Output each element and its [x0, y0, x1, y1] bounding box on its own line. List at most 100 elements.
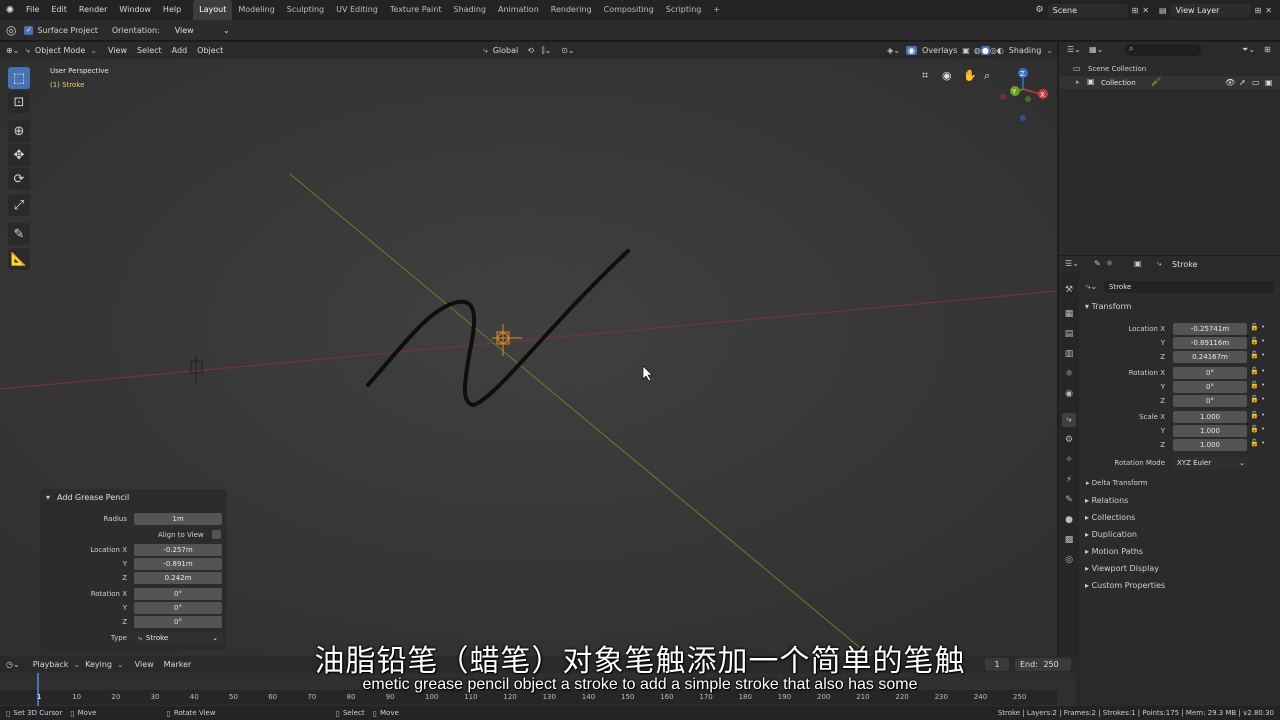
- tab-sculpting[interactable]: Sculpting: [281, 0, 330, 20]
- panel-title[interactable]: Add Grease Pencil: [57, 493, 129, 502]
- constraints-tab-icon[interactable]: ◎: [1062, 553, 1076, 567]
- effects-tab-icon[interactable]: ✧: [1062, 453, 1076, 467]
- scene-tab-icon[interactable]: ⚛: [1062, 367, 1076, 381]
- remove-view-layer-icon[interactable]: ✕: [1265, 6, 1272, 15]
- lock-icon[interactable]: 🔓 •: [1250, 439, 1265, 447]
- rotation-x-field[interactable]: 0°: [134, 588, 222, 600]
- mode-dropdown[interactable]: Object Mode: [30, 46, 90, 55]
- zoom-icon[interactable]: ⌕: [984, 69, 990, 83]
- scene-collection-row[interactable]: Scene Collection: [1088, 65, 1146, 73]
- align-to-view-checkbox[interactable]: [212, 530, 221, 539]
- custom-properties-section[interactable]: ▸ Custom Properties: [1085, 581, 1165, 590]
- scene-icon[interactable]: ⚙: [1036, 5, 1044, 15]
- tab-modeling[interactable]: Modeling: [232, 0, 280, 20]
- prop-scale-y-field[interactable]: 1.000: [1173, 425, 1247, 437]
- new-scene-icon[interactable]: ⊞: [1132, 6, 1139, 15]
- visibility-icon[interactable]: 👁: [1225, 78, 1235, 87]
- modifiers-tab-icon[interactable]: ⚙: [1062, 433, 1076, 447]
- view-layer-icon[interactable]: ▤: [1159, 6, 1167, 15]
- display-mode-icon[interactable]: ▦⌄: [1089, 45, 1103, 54]
- tool-icon[interactable]: ◎: [6, 23, 16, 37]
- menu-help[interactable]: Help: [157, 0, 187, 20]
- view-object-types-icon[interactable]: ◈⌄: [887, 46, 900, 55]
- duplication-section[interactable]: ▸ Duplication: [1085, 530, 1137, 539]
- rotation-y-field[interactable]: 0°: [134, 602, 222, 614]
- tab-rendering[interactable]: Rendering: [545, 0, 598, 20]
- texture-tab-icon[interactable]: ▩: [1062, 533, 1076, 547]
- camera-toggle-icon[interactable]: ⌗: [922, 69, 928, 83]
- select-box-tool[interactable]: ⬚: [8, 67, 30, 89]
- prop-scale-x-field[interactable]: 1.000: [1173, 411, 1247, 423]
- collections-section[interactable]: ▸ Collections: [1085, 513, 1135, 522]
- world-tab-icon[interactable]: ◉: [1062, 387, 1076, 401]
- menu-render[interactable]: Render: [73, 0, 113, 20]
- cursor-tool[interactable]: ⊡: [8, 91, 30, 113]
- surface-project-checkbox[interactable]: ✓: [24, 25, 34, 35]
- object-name-field[interactable]: Stroke: [1104, 281, 1274, 293]
- prop-rotation-y-field[interactable]: 0°: [1173, 381, 1247, 393]
- rendered-shading-icon[interactable]: ◐: [997, 46, 1004, 55]
- scale-tool[interactable]: ⤢: [8, 194, 30, 216]
- lock-icon[interactable]: 🔓 •: [1250, 367, 1265, 375]
- camera-view-icon[interactable]: ◉: [942, 69, 952, 82]
- lock-icon[interactable]: 🔓 •: [1250, 381, 1265, 389]
- prop-location-x-field[interactable]: -0.25741m: [1173, 323, 1247, 335]
- tool-tab-icon[interactable]: ⚒: [1062, 283, 1076, 297]
- lock-icon[interactable]: 🔓 •: [1250, 395, 1265, 403]
- rotation-z-field[interactable]: 0°: [134, 616, 222, 628]
- object-tab-icon[interactable]: ⤷: [1062, 413, 1076, 427]
- menu-edit[interactable]: Edit: [45, 0, 73, 20]
- selectable-icon[interactable]: ➚: [1239, 78, 1246, 87]
- transform-tool[interactable]: ⊕: [8, 120, 30, 142]
- location-z-field[interactable]: 0.242m: [134, 572, 222, 584]
- rotate-tool[interactable]: ⟳: [8, 168, 30, 190]
- filter-icon[interactable]: ⏷⌄: [1242, 45, 1255, 55]
- xray-icon[interactable]: ▣: [962, 46, 970, 55]
- render-disable-icon[interactable]: ▣: [1265, 78, 1273, 87]
- delta-transform-header[interactable]: ▸ Delta Transform: [1086, 479, 1147, 487]
- pan-hand-icon[interactable]: ✋: [963, 69, 977, 82]
- prop-rotation-z-field[interactable]: 0°: [1173, 395, 1247, 407]
- menu-window[interactable]: Window: [113, 0, 157, 20]
- shading-dropdown[interactable]: Shading: [1004, 46, 1047, 55]
- panel-collapse-icon[interactable]: ▾: [46, 493, 50, 502]
- prop-rotation-x-field[interactable]: 0°: [1173, 367, 1247, 379]
- menu-object[interactable]: Object: [192, 46, 228, 55]
- lock-icon[interactable]: 🔓 •: [1250, 425, 1265, 433]
- view-layer-field[interactable]: View Layer: [1170, 3, 1251, 17]
- snap-icon[interactable]: ⫿⌄: [542, 46, 551, 56]
- menu-add[interactable]: Add: [167, 46, 193, 55]
- measure-tool[interactable]: 📐: [8, 248, 30, 270]
- viewport-disable-icon[interactable]: ▭: [1252, 78, 1260, 87]
- orientation-dropdown[interactable]: View ⌄: [169, 23, 235, 37]
- solid-shading-icon[interactable]: ●: [980, 46, 990, 55]
- prop-scale-z-field[interactable]: 1.000: [1173, 439, 1247, 451]
- view-layer-tab-icon[interactable]: ▥: [1062, 347, 1076, 361]
- prop-location-y-field[interactable]: -0.89116m: [1173, 337, 1247, 349]
- lock-icon[interactable]: 🔓 •: [1250, 337, 1265, 345]
- rotation-mode-dropdown[interactable]: XYZ Euler ⌄: [1173, 457, 1249, 469]
- collection-label[interactable]: Collection: [1101, 79, 1136, 87]
- editor-type-icon[interactable]: ☰⌄: [1067, 45, 1081, 54]
- viewport-display-section[interactable]: ▸ Viewport Display: [1085, 564, 1159, 573]
- tab-compositing[interactable]: Compositing: [598, 0, 660, 20]
- move-tool[interactable]: ✥: [8, 144, 30, 166]
- scene-field[interactable]: Scene: [1047, 3, 1128, 17]
- render-tab-icon[interactable]: ▦: [1062, 307, 1076, 321]
- transform-orientation-dropdown[interactable]: Global: [488, 46, 524, 55]
- new-view-layer-icon[interactable]: ⊞: [1255, 6, 1262, 15]
- add-workspace-button[interactable]: +: [707, 0, 726, 20]
- motion-paths-section[interactable]: ▸ Motion Paths: [1085, 547, 1143, 556]
- pivot-icon[interactable]: ⟲: [527, 46, 534, 55]
- prop-location-z-field[interactable]: 0.24167m: [1173, 351, 1247, 363]
- material-shading-icon[interactable]: ◎: [990, 46, 997, 55]
- pin-icon[interactable]: ✎: [1094, 259, 1101, 268]
- editor-type-icon[interactable]: ⊕⌄: [6, 46, 19, 55]
- blender-logo-icon[interactable]: ✺: [0, 5, 20, 16]
- relations-section[interactable]: ▸ Relations: [1085, 496, 1128, 505]
- output-tab-icon[interactable]: ▤: [1062, 327, 1076, 341]
- outliner-search-input[interactable]: ⌕: [1125, 44, 1201, 56]
- tab-uv-editing[interactable]: UV Editing: [330, 0, 384, 20]
- menu-file[interactable]: File: [20, 0, 45, 20]
- tab-layout[interactable]: Layout: [193, 0, 233, 20]
